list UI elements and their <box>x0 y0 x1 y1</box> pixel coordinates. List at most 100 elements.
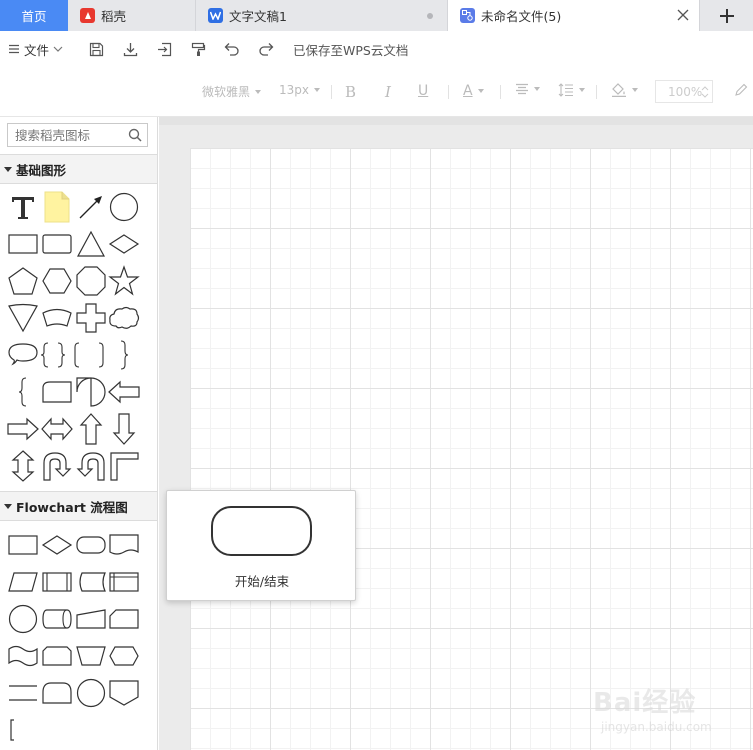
redo-button[interactable] <box>249 35 283 63</box>
flow-decision[interactable] <box>40 528 74 562</box>
pen-icon <box>735 83 748 96</box>
new-tab-button[interactable] <box>700 0 753 31</box>
undo-icon <box>224 43 239 56</box>
toolbar-divider <box>331 85 332 99</box>
shape-circle[interactable] <box>107 190 141 224</box>
pen-tool-button[interactable] <box>734 83 748 97</box>
shape-arrow-down[interactable] <box>107 412 141 446</box>
caret-down-icon <box>255 89 262 94</box>
flow-connector[interactable] <box>6 602 40 636</box>
flow-punched-tape[interactable] <box>6 639 40 673</box>
align-button[interactable] <box>515 83 540 95</box>
shape-corner[interactable] <box>107 449 141 483</box>
main-toolbar: 文件 已保存至WPS云文档 <box>0 31 753 67</box>
flow-internal-storage[interactable] <box>107 565 141 599</box>
download-icon <box>123 42 137 56</box>
toolbar-divider <box>500 85 501 99</box>
shape-note[interactable] <box>40 190 74 224</box>
drawing-page-grid[interactable] <box>190 148 753 750</box>
shape-u-turn-arrow-down[interactable] <box>74 449 108 483</box>
shape-pentagon[interactable] <box>6 264 40 298</box>
flow-predefined-process[interactable] <box>40 565 74 599</box>
shape-arrow-left-right[interactable] <box>40 412 74 446</box>
shape-diamond[interactable] <box>107 227 141 261</box>
shape-left-brace[interactable] <box>6 375 40 409</box>
flow-process[interactable] <box>6 528 40 562</box>
shape-inverted-triangle[interactable] <box>6 301 40 335</box>
shape-triangle[interactable] <box>74 227 108 261</box>
flow-stored-data[interactable] <box>74 565 108 599</box>
shape-text[interactable] <box>6 190 40 224</box>
underline-button[interactable]: U <box>418 83 428 99</box>
chevron-down-icon <box>53 46 63 52</box>
shape-u-turn-arrow[interactable] <box>40 449 74 483</box>
shape-arrow-left[interactable] <box>107 375 141 409</box>
underline-label: U <box>418 83 429 99</box>
tab-docer[interactable]: 稻壳 <box>68 0 196 31</box>
canvas-area[interactable] <box>159 117 753 750</box>
download-button[interactable] <box>113 35 147 63</box>
flow-delay[interactable] <box>40 676 74 710</box>
font-color-button[interactable]: A <box>463 83 484 99</box>
font-family-select[interactable]: 微软雅黑 <box>202 83 262 100</box>
flow-document[interactable] <box>107 528 141 562</box>
shape-teardrop[interactable] <box>74 375 108 409</box>
shape-speech-bubble[interactable] <box>6 338 40 372</box>
shape-right-brace[interactable] <box>107 338 141 372</box>
shape-rounded-rectangle[interactable] <box>40 227 74 261</box>
tab-writer-doc[interactable]: 文字文稿1 <box>196 0 448 31</box>
flow-off-page-connector[interactable] <box>107 676 141 710</box>
flow-annotation[interactable] <box>6 713 40 747</box>
flow-terminator[interactable] <box>74 528 108 562</box>
save-button[interactable] <box>79 35 113 63</box>
flow-direct-data[interactable] <box>40 602 74 636</box>
shape-curved-trapezoid[interactable] <box>40 301 74 335</box>
section-flowchart[interactable]: Flowchart 流程图 <box>0 491 157 521</box>
bold-button[interactable]: B <box>345 83 356 101</box>
shape-arrow-up[interactable] <box>74 412 108 446</box>
redo-icon <box>259 43 274 56</box>
flow-data[interactable] <box>6 565 40 599</box>
plus-icon <box>719 8 734 23</box>
shape-brace-pair[interactable] <box>36 338 70 372</box>
file-menu-button[interactable]: 文件 <box>8 40 63 59</box>
section-basic-shapes[interactable]: 基础图形 <box>0 154 157 184</box>
shape-arrow-up-down[interactable] <box>6 449 40 483</box>
section-flowchart-title: Flowchart 流程图 <box>16 499 128 515</box>
flow-on-page-connector[interactable] <box>74 676 108 710</box>
shape-rectangle[interactable] <box>6 227 40 261</box>
shape-cross[interactable] <box>74 301 108 335</box>
font-size-select[interactable]: 13px <box>279 83 320 97</box>
file-menu-label: 文件 <box>24 42 50 58</box>
undo-button[interactable] <box>215 35 249 63</box>
tab-flowchart-file[interactable]: 未命名文件(5) <box>448 0 700 31</box>
collapse-triangle-icon <box>4 504 12 509</box>
flow-loop-limit[interactable] <box>40 639 74 673</box>
opacity-input[interactable]: 100% <box>655 80 713 103</box>
search-icon[interactable] <box>128 128 142 142</box>
tab-home[interactable]: 首页 <box>0 0 68 31</box>
shape-search-input[interactable] <box>15 127 123 143</box>
shape-search-box[interactable] <box>7 123 148 147</box>
close-tab-icon[interactable] <box>675 7 691 23</box>
flow-parallel-mode[interactable] <box>6 676 40 710</box>
flow-preparation[interactable] <box>107 639 141 673</box>
line-spacing-button[interactable] <box>558 83 585 97</box>
shape-arrow-line[interactable] <box>74 190 108 224</box>
flow-card[interactable] <box>107 602 141 636</box>
italic-button[interactable]: I <box>385 83 391 101</box>
format-painter-button[interactable] <box>181 35 215 63</box>
fill-color-button[interactable] <box>611 83 638 97</box>
shape-cloud[interactable] <box>107 301 141 335</box>
shape-hexagon[interactable] <box>40 264 74 298</box>
stepper-icon[interactable] <box>701 84 709 100</box>
shape-octagon[interactable] <box>74 264 108 298</box>
flow-manual-operation[interactable] <box>74 639 108 673</box>
canvas-top-margin <box>159 117 753 125</box>
shape-arrow-right[interactable] <box>6 412 40 446</box>
export-button[interactable] <box>147 35 181 63</box>
shape-tab-rectangle[interactable] <box>40 375 74 409</box>
shape-star[interactable] <box>107 264 141 298</box>
shape-bracket-pair[interactable] <box>72 338 106 372</box>
flow-manual-input[interactable] <box>74 602 108 636</box>
